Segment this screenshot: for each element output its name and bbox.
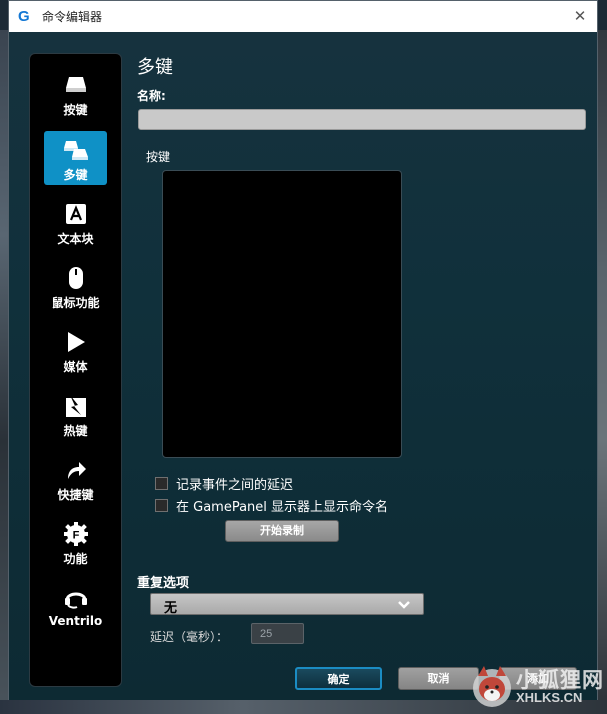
sidebar-item-text-block[interactable]: 文本块 <box>44 195 107 249</box>
record-delay-checkbox[interactable] <box>155 477 168 490</box>
editor-content: 按键 多键 文本块 鼠标功能 媒体 热键 快捷键 F 功能 Ventrilo 多… <box>9 32 597 700</box>
gamepanel-checkbox[interactable] <box>155 499 168 512</box>
sidebar-item-mouse-function[interactable]: 鼠标功能 <box>44 259 107 313</box>
gamepanel-checkbox-row[interactable]: 在 GamePanel 显示器上显示命令名 <box>155 496 388 515</box>
sidebar-item-label: 媒体 <box>63 360 88 374</box>
window-title: 命令编辑器 <box>42 10 103 24</box>
titlebar: G 命令编辑器 ✕ <box>9 1 597 32</box>
delay-ms-input[interactable] <box>251 623 304 644</box>
command-type-sidebar: 按键 多键 文本块 鼠标功能 媒体 热键 快捷键 F 功能 Ventrilo <box>29 53 122 687</box>
hotkey-icon <box>63 393 89 419</box>
watermark: 小狐狸网 XHLKS.CN <box>470 660 605 714</box>
ventrilo-headset-icon <box>63 585 89 611</box>
mouse-icon <box>63 265 89 291</box>
multikey-icon <box>63 137 89 163</box>
svg-text:F: F <box>72 530 79 542</box>
keys-label: 按键 <box>146 150 171 164</box>
command-editor-window: G 命令编辑器 ✕ 按键 多键 文本块 鼠标功能 媒体 热键 快捷键 F 功能 … <box>8 0 598 700</box>
watermark-text-en: XHLKS.CN <box>516 690 583 705</box>
sidebar-item-shortcut[interactable]: 快捷键 <box>44 451 107 505</box>
sidebar-item-media[interactable]: 媒体 <box>44 323 107 377</box>
logitech-g-logo-icon: G <box>18 7 30 25</box>
sidebar-item-multikey[interactable]: 多键 <box>44 131 107 185</box>
cancel-button[interactable]: 取消 <box>398 667 479 690</box>
delay-label: 延迟（毫秒）： <box>150 630 229 644</box>
chevron-down-icon <box>397 597 411 611</box>
gamepanel-label: 在 GamePanel 显示器上显示命令名 <box>176 500 389 515</box>
media-play-icon <box>63 329 89 355</box>
sidebar-item-ventrilo[interactable]: Ventrilo <box>44 579 107 633</box>
repeat-options-label: 重复选项 <box>137 576 190 591</box>
sidebar-item-label: Ventrilo <box>48 614 103 628</box>
sidebar-item-label: 按键 <box>63 103 88 117</box>
record-delay-checkbox-row[interactable]: 记录事件之间的延迟 <box>155 474 293 493</box>
sidebar-item-label: 热键 <box>63 424 88 438</box>
sidebar-item-label: 快捷键 <box>57 488 94 502</box>
record-delay-label: 记录事件之间的延迟 <box>176 478 294 493</box>
recorded-keys-list[interactable] <box>162 170 402 458</box>
function-gear-icon: F <box>63 521 89 547</box>
sidebar-item-function[interactable]: F 功能 <box>44 515 107 569</box>
sidebar-item-label: 鼠标功能 <box>51 296 100 310</box>
ok-button[interactable]: 确定 <box>295 667 382 690</box>
sidebar-item-hotkey[interactable]: 热键 <box>44 387 107 441</box>
key-icon <box>63 72 89 98</box>
start-recording-button[interactable]: 开始录制 <box>225 520 339 542</box>
repeat-selected-value: 无 <box>164 601 178 616</box>
name-label: 名称: <box>137 89 166 103</box>
name-input[interactable] <box>138 109 586 130</box>
close-button[interactable]: ✕ <box>571 7 589 25</box>
sidebar-item-label: 文本块 <box>57 232 94 246</box>
sidebar-item-label: 多键 <box>63 168 88 182</box>
fox-logo-icon <box>473 666 511 707</box>
page-title: 多键 <box>137 57 173 78</box>
sidebar-item-keystroke[interactable]: 按键 <box>44 66 107 120</box>
shortcut-arrow-icon <box>63 457 89 483</box>
text-block-icon <box>63 201 89 227</box>
sidebar-item-label: 功能 <box>63 552 88 566</box>
repeat-options-dropdown[interactable]: 无 <box>150 593 424 616</box>
